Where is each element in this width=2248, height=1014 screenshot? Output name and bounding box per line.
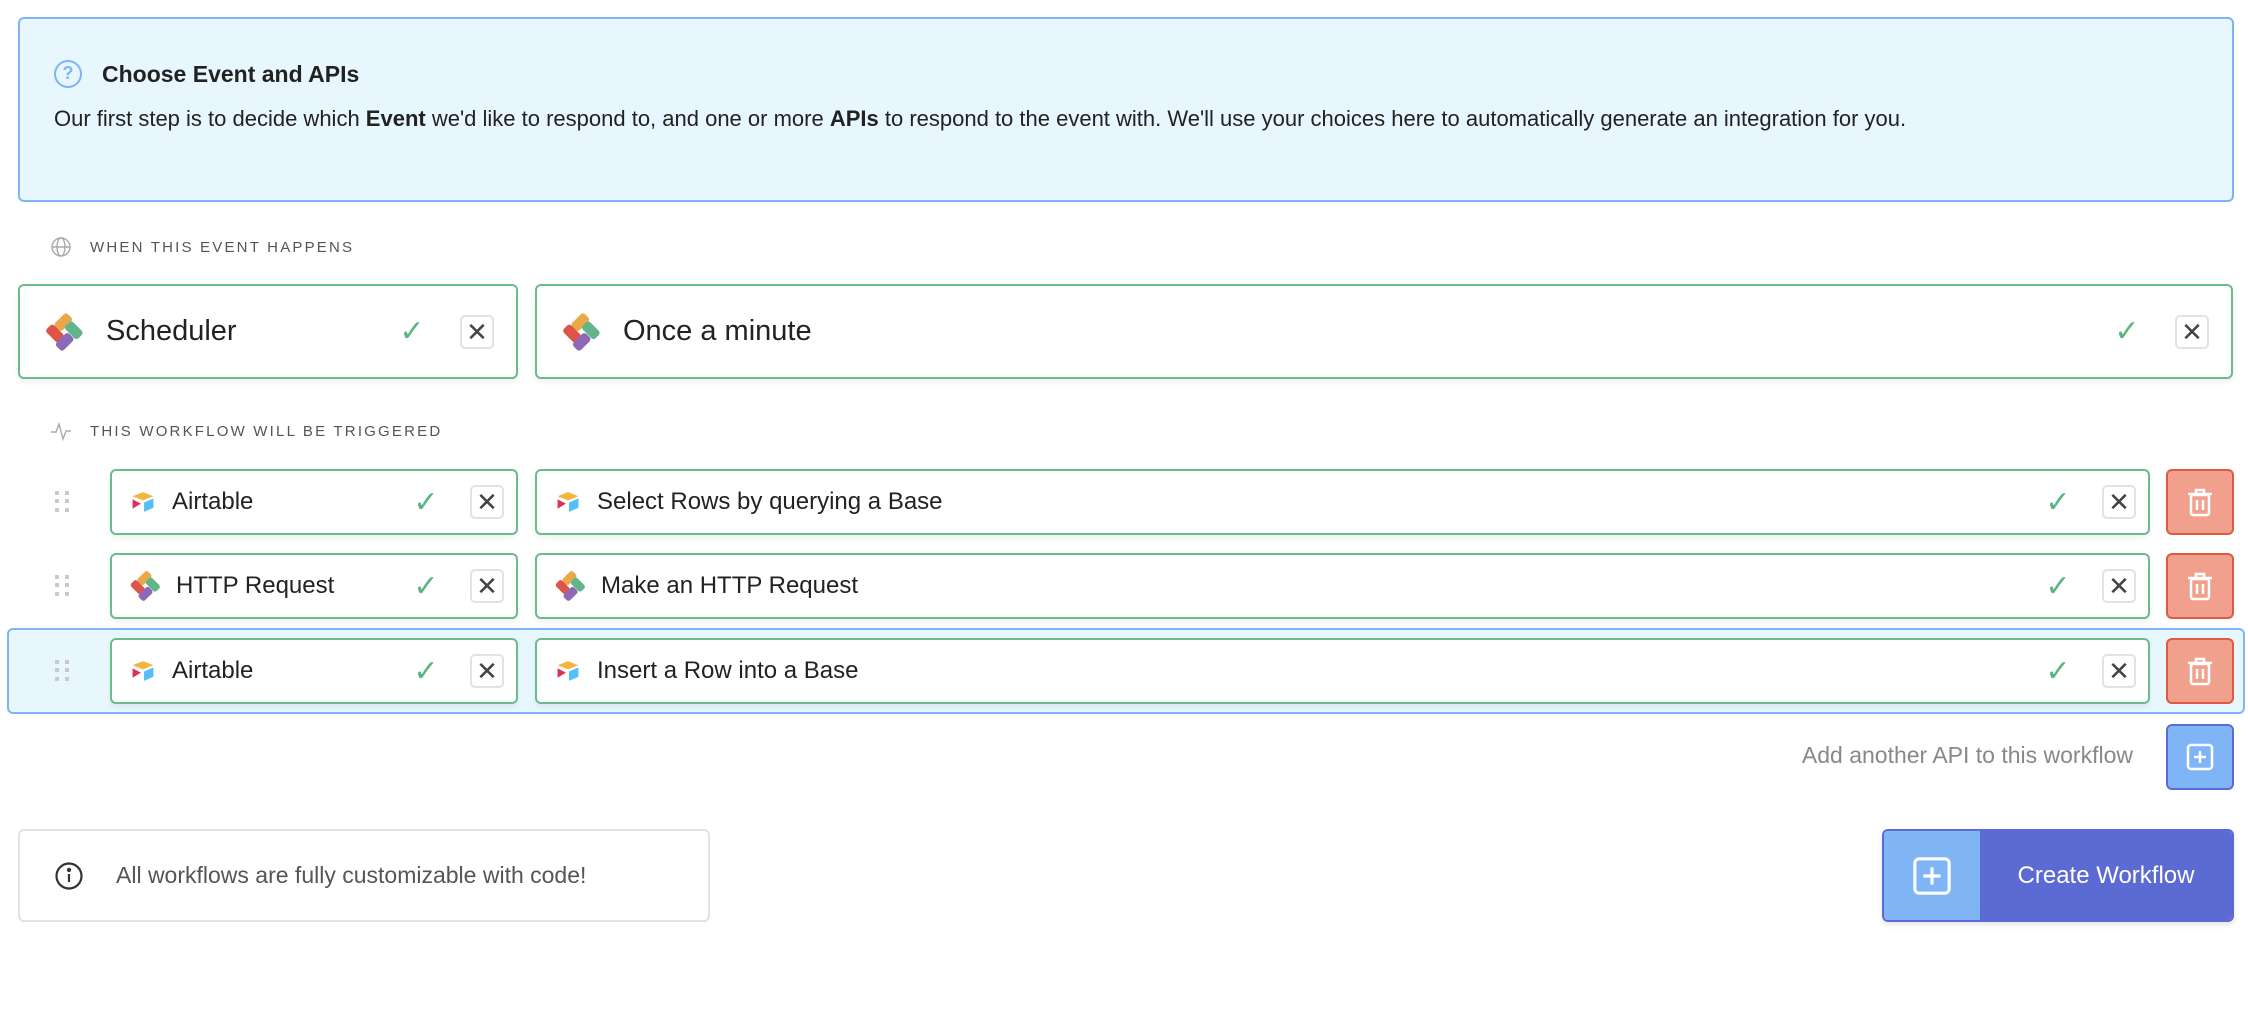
airtable-logo-icon: [557, 492, 579, 512]
step-1-app-select[interactable]: Airtable ✓ ✕: [110, 469, 518, 535]
step-1-action-select[interactable]: Select Rows by querying a Base ✓ ✕: [535, 469, 2150, 535]
step-app-label: HTTP Request: [176, 572, 335, 599]
check-icon: ✓: [2045, 569, 2071, 603]
delete-step-button[interactable]: [2166, 553, 2234, 619]
clear-event-trigger-button[interactable]: ✕: [2175, 314, 2209, 349]
http-request-logo-icon: [555, 570, 585, 602]
drag-handle-icon[interactable]: [55, 660, 69, 682]
step-3-action-select[interactable]: Insert a Row into a Base ✓ ✕: [535, 638, 2150, 704]
clear-step-action-button[interactable]: ✕: [2102, 569, 2136, 603]
airtable-logo-icon: [557, 661, 579, 681]
event-section-label: WHEN THIS EVENT HAPPENS: [50, 236, 354, 258]
customizable-note-text: All workflows are fully customizable wit…: [116, 862, 587, 888]
step-3-app-select[interactable]: Airtable ✓ ✕: [110, 638, 518, 704]
add-api-button[interactable]: [2166, 724, 2234, 790]
event-trigger-label: Once a minute: [623, 315, 812, 347]
check-icon: ✓: [2114, 315, 2140, 348]
scheduler-logo-icon: [561, 311, 601, 352]
check-icon: ✓: [2045, 485, 2071, 519]
airtable-logo-icon: [132, 661, 154, 681]
http-request-logo-icon: [130, 570, 160, 602]
clear-step-app-button[interactable]: ✕: [470, 569, 504, 603]
scheduler-logo-icon: [44, 311, 84, 352]
event-trigger-select[interactable]: Once a minute ✓ ✕: [535, 284, 2233, 379]
intro-panel: ? Choose Event and APIs Our first step i…: [18, 17, 2234, 202]
activity-pulse-icon: [51, 421, 71, 442]
event-app-label: Scheduler: [106, 315, 237, 347]
delete-step-button[interactable]: [2166, 638, 2234, 704]
step-2-app-select[interactable]: HTTP Request ✓ ✕: [110, 553, 518, 619]
clear-step-app-button[interactable]: ✕: [470, 485, 504, 519]
clear-step-action-button[interactable]: ✕: [2102, 654, 2136, 688]
intro-title: Choose Event and APIs: [102, 61, 360, 87]
create-workflow-button[interactable]: Create Workflow: [1882, 829, 2234, 922]
globe-icon: [51, 237, 71, 257]
trash-icon: [2188, 657, 2212, 686]
step-action-label: Insert a Row into a Base: [597, 657, 859, 684]
intro-body: Our first step is to decide which Event …: [54, 106, 1907, 131]
check-icon: ✓: [413, 569, 439, 603]
step-app-label: Airtable: [172, 657, 254, 684]
add-api-label: Add another API to this workflow: [1801, 742, 2133, 768]
step-2-action-select[interactable]: Make an HTTP Request ✓ ✕: [535, 553, 2150, 619]
trash-icon: [2188, 488, 2212, 517]
clear-event-app-button[interactable]: ✕: [460, 314, 494, 349]
step-action-label: Select Rows by querying a Base: [597, 488, 943, 515]
delete-step-button[interactable]: [2166, 469, 2234, 535]
check-icon: ✓: [413, 485, 439, 519]
trash-icon: [2188, 572, 2212, 601]
plus-square-icon: [2186, 743, 2214, 771]
step-action-label: Make an HTTP Request: [601, 572, 859, 599]
drag-handle-icon[interactable]: [55, 575, 69, 597]
clear-step-app-button[interactable]: ✕: [470, 654, 504, 688]
step-app-label: Airtable: [172, 488, 254, 515]
create-workflow-icon-area: [1884, 831, 1980, 920]
airtable-logo-icon: [132, 492, 154, 512]
workflow-section-label: THIS WORKFLOW WILL BE TRIGGERED: [50, 420, 442, 442]
create-workflow-label: Create Workflow: [1980, 831, 2232, 920]
drag-handle-icon[interactable]: [55, 491, 69, 513]
help-circle-icon: ?: [54, 60, 82, 88]
check-icon: ✓: [413, 654, 439, 688]
check-icon: ✓: [2045, 654, 2071, 688]
clear-step-action-button[interactable]: ✕: [2102, 485, 2136, 519]
customizable-note: All workflows are fully customizable wit…: [18, 829, 710, 922]
check-icon: ✓: [399, 315, 425, 348]
info-circle-icon: [55, 861, 83, 890]
plus-square-icon: [1913, 856, 1951, 895]
event-app-select[interactable]: Scheduler ✓ ✕: [18, 284, 518, 379]
